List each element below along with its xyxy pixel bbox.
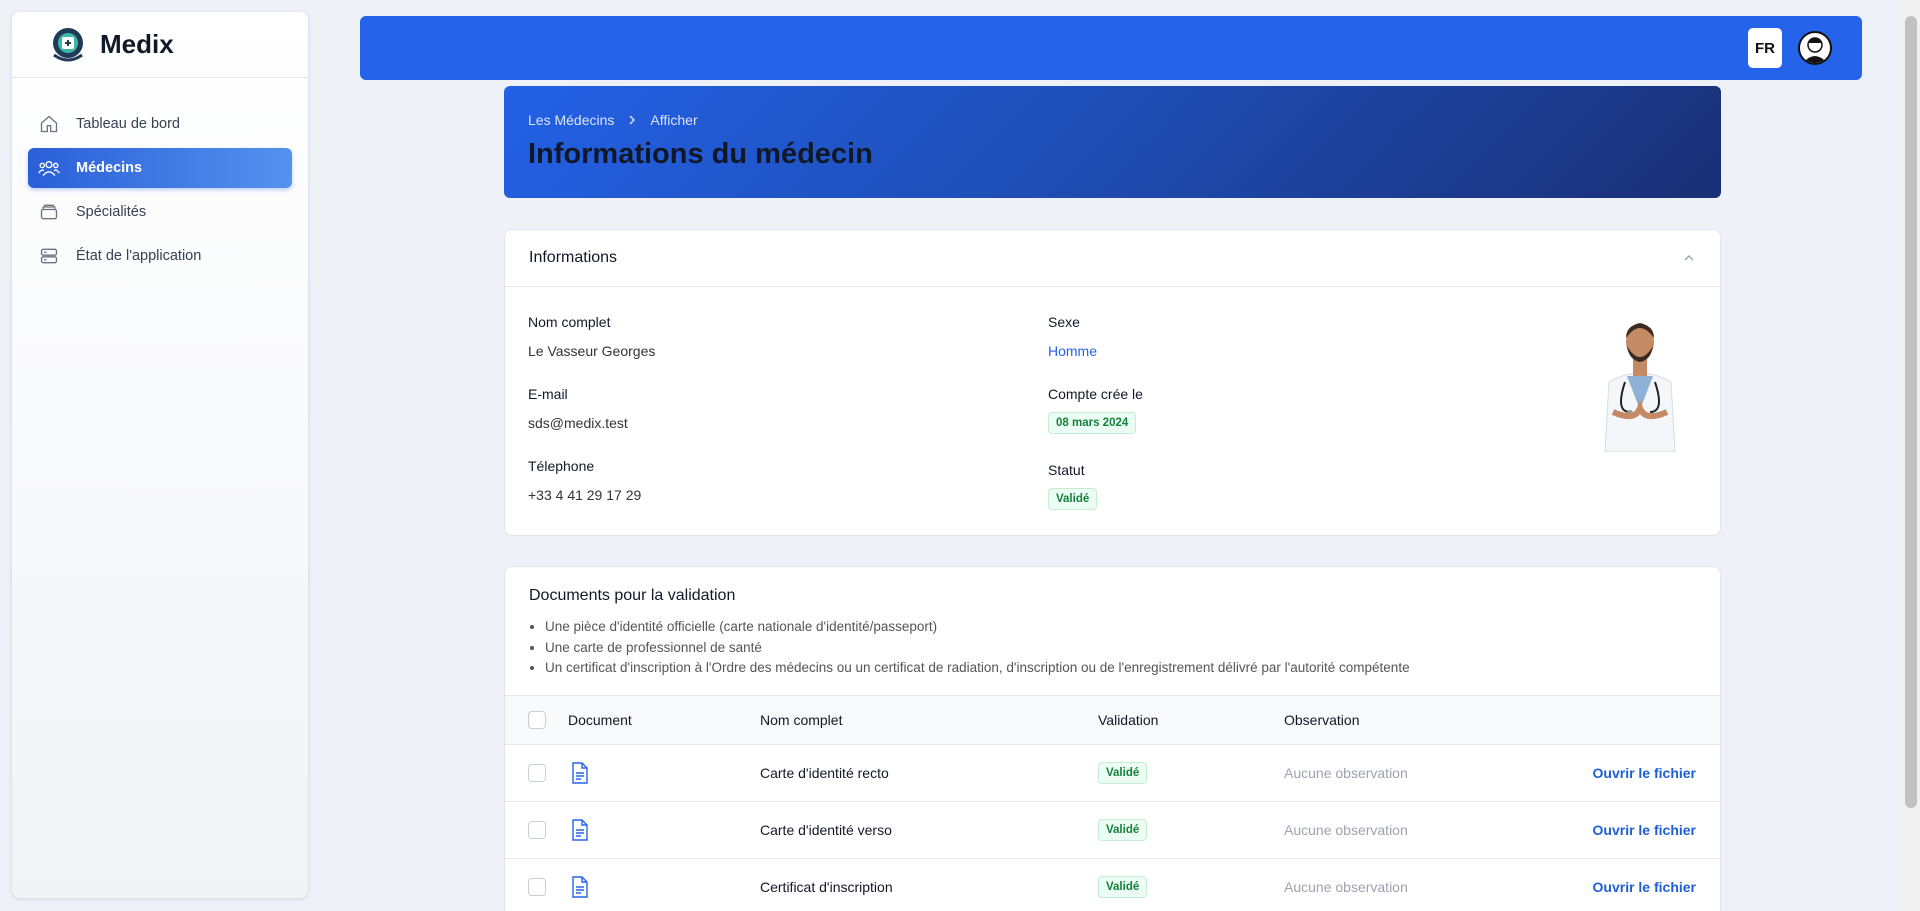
brand-name: Medix xyxy=(100,29,174,59)
server-icon xyxy=(38,245,60,267)
column-header-name: Nom complet xyxy=(760,712,843,728)
created-date-badge: 08 mars 2024 xyxy=(1048,412,1137,434)
email-label: E-mail xyxy=(528,386,568,402)
sidebar-item-app-status[interactable]: État de l'application xyxy=(28,236,292,276)
documents-card: Documents pour la validation Une pièce d… xyxy=(504,566,1721,911)
table-row: Carte d'identité verso Validé Aucune obs… xyxy=(505,802,1720,859)
table-row: Certificat d'inscription Validé Aucune o… xyxy=(505,859,1720,911)
sex-value: Homme xyxy=(1048,343,1098,359)
requirements-list: Une pièce d'identité officielle (carte n… xyxy=(545,617,1410,679)
breadcrumb: Les Médecins Afficher xyxy=(528,112,698,128)
full-name-field: Nom complet Le Vasseur Georges xyxy=(528,314,655,359)
observation-text: Aucune observation xyxy=(1284,765,1408,781)
page-scrollbar[interactable] xyxy=(1902,0,1920,911)
requirement-item: Une pièce d'identité officielle (carte n… xyxy=(545,617,1410,638)
chevron-up-icon[interactable] xyxy=(1682,251,1696,265)
full-name-label: Nom complet xyxy=(528,314,611,330)
sidebar-item-dashboard[interactable]: Tableau de bord xyxy=(28,104,292,144)
select-all-checkbox[interactable] xyxy=(528,711,546,729)
observation-text: Aucune observation xyxy=(1284,879,1408,895)
user-avatar-icon xyxy=(1803,37,1827,63)
top-bar: FR xyxy=(360,16,1862,80)
validation-badge: Validé xyxy=(1098,762,1148,784)
document-name: Certificat d'inscription xyxy=(760,879,893,895)
status-field: Statut Validé xyxy=(1048,462,1098,510)
row-checkbox[interactable] xyxy=(528,878,546,896)
requirement-item: Un certificat d'inscription à l'Ordre de… xyxy=(545,658,1410,679)
scrollbar-thumb[interactable] xyxy=(1905,16,1917,808)
layers-icon xyxy=(38,201,60,223)
column-header-document: Document xyxy=(568,712,632,728)
breadcrumb-doctors-link[interactable]: Les Médecins xyxy=(528,112,614,128)
brand[interactable]: Medix xyxy=(12,12,308,78)
sidebar-nav: Tableau de bord Médecins Spécialités Éta… xyxy=(12,78,308,276)
users-icon xyxy=(38,157,60,179)
table-header: Document Nom complet Validation Observat… xyxy=(505,695,1720,745)
observation-text: Aucune observation xyxy=(1284,822,1408,838)
documents-title: Documents pour la validation xyxy=(529,587,736,604)
column-header-observation: Observation xyxy=(1284,712,1360,728)
full-name-value: Le Vasseur Georges xyxy=(528,343,656,359)
sidebar-item-label: Tableau de bord xyxy=(76,116,180,132)
info-section-title: Informations xyxy=(529,249,618,266)
phone-field: Télephone +33 4 41 29 17 29 xyxy=(528,458,641,503)
created-field: Compte crée le 08 mars 2024 xyxy=(1048,386,1143,434)
chevron-right-icon xyxy=(628,112,636,128)
document-file-icon[interactable] xyxy=(571,876,589,898)
open-file-link[interactable]: Ouvrir le fichier xyxy=(1593,879,1696,895)
column-header-validation: Validation xyxy=(1098,712,1159,728)
doctor-info-card: Informations Nom complet Le Vasseur Geor… xyxy=(504,229,1721,536)
status-label: Statut xyxy=(1048,462,1085,478)
sidebar-item-label: Médecins xyxy=(76,160,143,176)
phone-value: +33 4 41 29 17 29 xyxy=(528,487,642,503)
medix-logo-icon xyxy=(53,27,83,61)
created-label: Compte crée le xyxy=(1048,386,1143,402)
sidebar: Medix Tableau de bord Médecins Spécialit… xyxy=(12,12,308,898)
email-field: E-mail sds@medix.test xyxy=(528,386,628,431)
user-avatar-button[interactable] xyxy=(1798,31,1832,65)
open-file-link[interactable]: Ouvrir le fichier xyxy=(1593,765,1696,781)
document-file-icon[interactable] xyxy=(571,762,589,784)
sidebar-item-doctors[interactable]: Médecins xyxy=(28,148,292,188)
email-value: sds@medix.test xyxy=(528,415,628,431)
validation-badge: Validé xyxy=(1098,876,1148,898)
table-row: Carte d'identité recto Validé Aucune obs… xyxy=(505,745,1720,802)
row-checkbox[interactable] xyxy=(528,764,546,782)
sex-field: Sexe Homme xyxy=(1048,314,1097,359)
document-name: Carte d'identité recto xyxy=(760,765,889,781)
doctor-photo xyxy=(1604,323,1676,452)
requirement-item: Une carte de professionnel de santé xyxy=(545,638,1410,659)
language-switch-button[interactable]: FR xyxy=(1748,28,1782,68)
sidebar-item-specialties[interactable]: Spécialités xyxy=(28,192,292,232)
sex-label: Sexe xyxy=(1048,314,1080,330)
page-header: Les Médecins Afficher Informations du mé… xyxy=(504,86,1721,198)
document-file-icon[interactable] xyxy=(571,819,589,841)
page-title: Informations du médecin xyxy=(528,138,873,170)
phone-label: Télephone xyxy=(528,458,595,474)
sidebar-item-label: État de l'application xyxy=(76,248,202,264)
home-icon xyxy=(38,113,60,135)
document-name: Carte d'identité verso xyxy=(760,822,892,838)
row-checkbox[interactable] xyxy=(528,821,546,839)
documents-table: Document Nom complet Validation Observat… xyxy=(505,695,1720,911)
open-file-link[interactable]: Ouvrir le fichier xyxy=(1593,822,1696,838)
sidebar-item-label: Spécialités xyxy=(76,204,147,220)
validation-badge: Validé xyxy=(1098,819,1148,841)
status-badge: Validé xyxy=(1048,488,1098,510)
breadcrumb-current: Afficher xyxy=(650,112,698,128)
info-card-header[interactable]: Informations xyxy=(505,230,1720,287)
